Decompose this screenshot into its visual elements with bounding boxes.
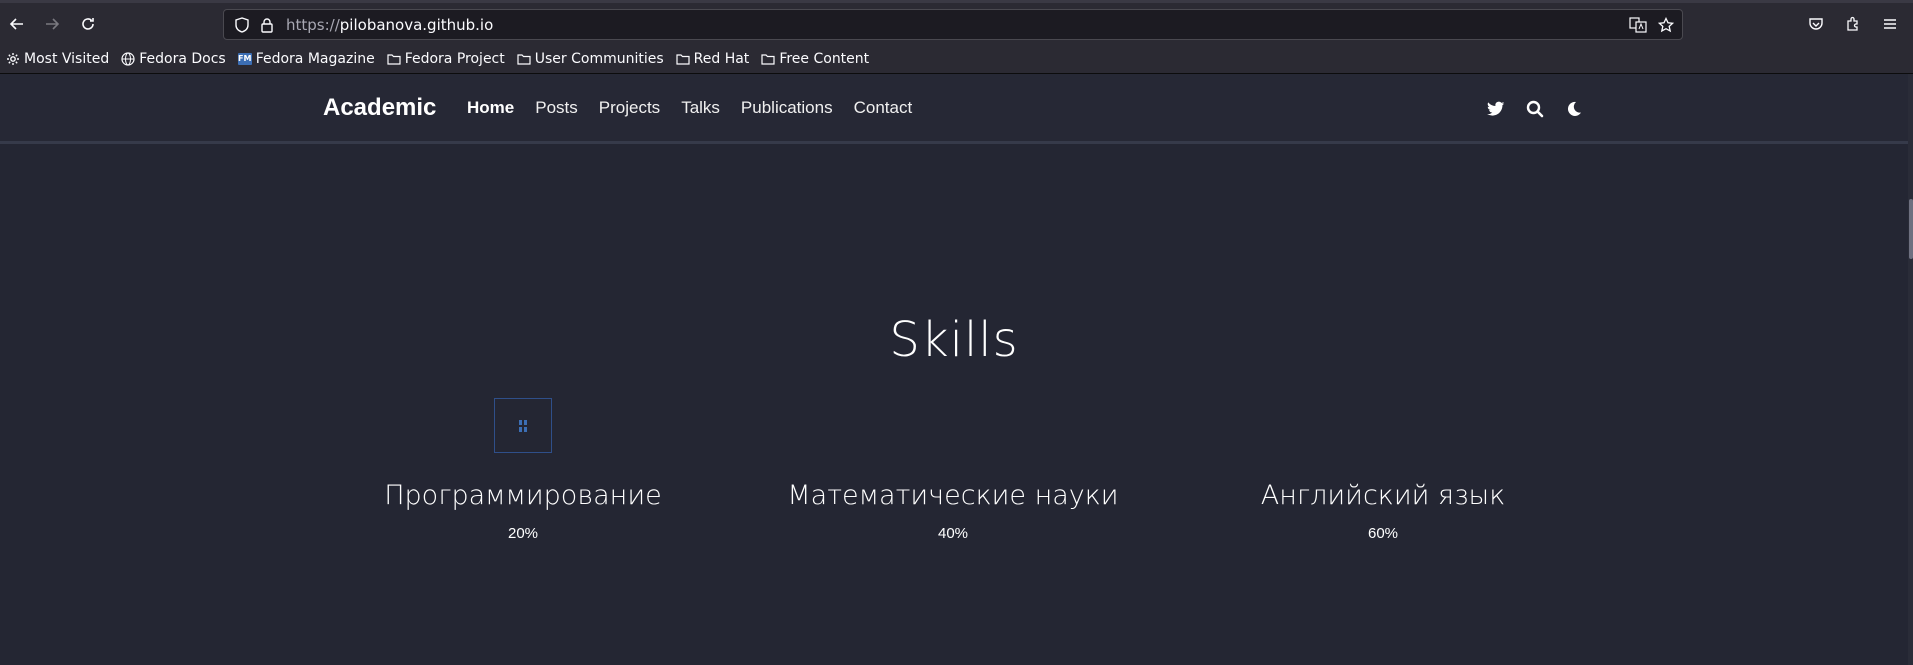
nav-contact[interactable]: Contact (854, 98, 913, 118)
bookmarks-bar: Most Visited Fedora Docs FM Fedora Magaz… (0, 44, 1913, 74)
skill-percent: 60% (1367, 525, 1399, 542)
browser-toolbar: https://pilobanova.github.io (0, 0, 1913, 44)
shield-icon[interactable] (233, 16, 251, 34)
skill-item: Английский язык 60% (1173, 480, 1593, 542)
nav-talks[interactable]: Talks (681, 98, 720, 118)
nav-home[interactable]: Home (467, 98, 514, 118)
star-icon[interactable] (1657, 16, 1675, 34)
gear-icon (7, 52, 19, 65)
scrollbar-thumb[interactable] (1909, 199, 1913, 259)
folder-icon (761, 53, 775, 65)
skill-item: Программирование 20% (313, 480, 733, 542)
skill-item: Математические науки 40% (743, 480, 1163, 542)
bookmark-label: User Communities (534, 50, 664, 67)
bookmark-most-visited[interactable]: Most Visited (6, 51, 109, 67)
site-navbar: Academic Home Posts Projects Talks Publi… (0, 74, 1908, 144)
folder-icon (517, 53, 531, 65)
bookmark-red-hat[interactable]: Red Hat (676, 50, 750, 67)
bookmark-label: Fedora Project (404, 50, 505, 67)
search-icon[interactable] (1524, 98, 1546, 120)
nav-projects[interactable]: Projects (599, 98, 660, 118)
skill-percent: 20% (507, 525, 539, 542)
skill-name: Английский язык (1260, 480, 1506, 511)
pocket-icon[interactable] (1806, 14, 1826, 34)
nav-posts[interactable]: Posts (535, 98, 578, 118)
globe-icon (121, 51, 135, 66)
site-menu: Home Posts Projects Talks Publications C… (467, 98, 933, 118)
bookmark-label: Most Visited (24, 50, 110, 67)
skill-name: Математические науки (787, 480, 1119, 511)
lock-icon[interactable] (258, 16, 276, 34)
reload-icon[interactable] (77, 13, 99, 35)
bookmark-label: Red Hat (693, 50, 750, 67)
bookmark-fedora-magazine[interactable]: FM Fedora Magazine (237, 50, 375, 67)
page-scrollbar[interactable] (1908, 74, 1913, 665)
menu-icon[interactable] (1880, 14, 1900, 34)
bookmark-free-content[interactable]: Free Content (761, 51, 869, 67)
bookmark-label: Fedora Docs (139, 50, 226, 67)
site-brand[interactable]: Academic (323, 94, 436, 122)
url-bar[interactable]: https://pilobanova.github.io (223, 9, 1683, 40)
translate-icon[interactable] (1629, 16, 1647, 34)
skill-name: Программирование (384, 480, 662, 511)
skill-percent: 40% (937, 525, 969, 542)
back-arrow-icon[interactable] (6, 13, 28, 35)
bookmark-label: Free Content (779, 50, 870, 67)
forward-arrow-icon[interactable] (41, 13, 63, 35)
moon-icon[interactable] (1563, 98, 1585, 120)
folder-icon (387, 53, 401, 65)
url-text[interactable]: https://pilobanova.github.io (286, 16, 493, 34)
skills-heading: Skills (889, 312, 1019, 368)
broken-image-icon (494, 398, 552, 453)
bookmark-fedora-project[interactable]: Fedora Project (387, 51, 505, 67)
bookmark-label: Fedora Magazine (255, 50, 375, 67)
fm-icon: FM (237, 52, 252, 65)
nav-publications[interactable]: Publications (741, 98, 833, 118)
bookmark-user-communities[interactable]: User Communities (517, 51, 664, 67)
twitter-icon[interactable] (1485, 98, 1507, 120)
folder-icon (676, 53, 690, 65)
extensions-icon[interactable] (1843, 14, 1863, 34)
bookmark-fedora-docs[interactable]: Fedora Docs (121, 50, 226, 67)
